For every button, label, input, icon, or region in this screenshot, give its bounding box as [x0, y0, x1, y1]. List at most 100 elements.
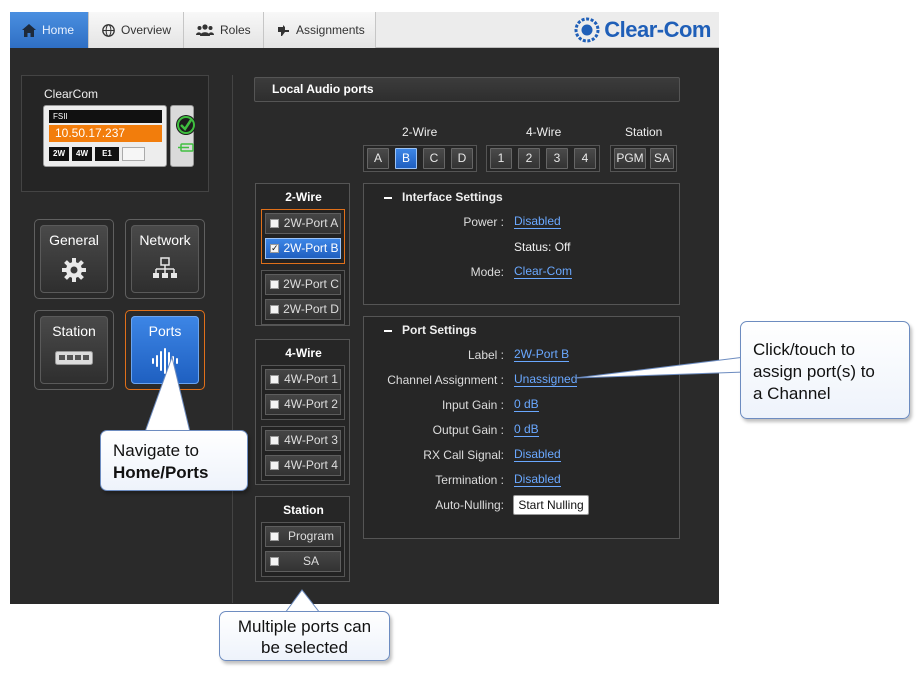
auto-nulling-label: Auto-Nulling: — [435, 498, 504, 512]
power-label: Power : — [463, 215, 504, 229]
port-item-4w-1[interactable]: 4W-Port 1 — [265, 369, 341, 390]
port-button-4[interactable]: 4 — [574, 148, 596, 169]
port-item-4w-2[interactable]: 4W-Port 2 — [265, 394, 341, 415]
device-name: ClearCom — [44, 87, 99, 101]
checkbox[interactable] — [270, 375, 279, 384]
port-button-2[interactable]: 2 — [518, 148, 540, 169]
interface-settings-title[interactable]: Interface Settings — [384, 190, 503, 204]
power-value[interactable]: Disabled — [514, 215, 561, 229]
callout-assign-channel: Click/touch to assign port(s) to a Chann… — [740, 321, 910, 419]
checkbox[interactable] — [270, 219, 279, 228]
tab-label: Roles — [220, 23, 251, 37]
selector-2wire-group: A B C D — [363, 145, 477, 172]
nav-label: Network — [139, 232, 191, 248]
checkbox[interactable] — [270, 557, 279, 566]
tab-bar: Home Overview Roles Assignments Clear-Co… — [10, 12, 719, 48]
port-subgroup-cd: 2W-Port C 2W-Port D — [261, 270, 345, 325]
nav-network[interactable]: Network — [125, 219, 205, 299]
gear-icon — [62, 258, 86, 282]
tab-home[interactable]: Home — [10, 12, 89, 48]
callout-line: Click/touch to — [753, 340, 856, 359]
tab-label: Overview — [121, 23, 172, 37]
audio-wave-icon — [152, 348, 178, 374]
callout-line: Navigate to — [113, 441, 199, 460]
nav-station[interactable]: Station — [34, 310, 114, 390]
callout-line: a Channel — [753, 384, 831, 403]
port-settings-title[interactable]: Port Settings — [384, 323, 477, 337]
label-value[interactable]: 2W-Port B — [514, 348, 570, 362]
rx-call-signal-value[interactable]: Disabled — [514, 448, 561, 462]
selector-station-group: PGM SA — [610, 145, 677, 172]
checkbox[interactable] — [270, 305, 279, 314]
port-item-2w-a[interactable]: 2W-Port A — [265, 213, 341, 234]
port-button-1[interactable]: 1 — [490, 148, 512, 169]
tab-overview[interactable]: Overview — [89, 12, 184, 48]
plug-icon — [276, 23, 290, 37]
checkbox[interactable] — [270, 532, 279, 541]
tab-assignments[interactable]: Assignments — [264, 12, 376, 48]
tab-label: Assignments — [296, 23, 365, 37]
mode-value[interactable]: Clear-Com — [514, 265, 573, 279]
collapse-icon[interactable] — [384, 196, 392, 199]
nav-label: Ports — [148, 323, 182, 339]
checkbox[interactable] — [270, 280, 279, 289]
nav-general[interactable]: General — [34, 219, 114, 299]
port-item-2w-c[interactable]: 2W-Port C — [265, 274, 341, 295]
port-item-sa[interactable]: SA — [265, 551, 341, 572]
callout-navigate: Navigate to Home/Ports — [100, 430, 248, 491]
device-card[interactable]: ClearCom FSII 10.50.17.237 2W 4W E1 — [21, 75, 209, 192]
port-button-sa[interactable]: SA — [650, 148, 674, 169]
chip-2w: 2W — [49, 147, 69, 161]
checkbox[interactable] — [270, 436, 279, 445]
callout-line: Multiple ports can — [237, 617, 372, 636]
port-list-station: Station Program SA — [255, 496, 350, 582]
port-button-3[interactable]: 3 — [546, 148, 568, 169]
nav-label: Station — [52, 323, 96, 339]
port-button-b[interactable]: B — [395, 148, 417, 169]
input-gain-label: Input Gain : — [441, 398, 504, 412]
label-label: Label : — [467, 348, 504, 362]
mode-label: Mode: — [470, 265, 504, 279]
nav-ports[interactable]: Ports — [125, 310, 205, 390]
callout-line: assign port(s) to — [753, 362, 875, 381]
termination-value[interactable]: Disabled — [514, 473, 561, 487]
port-button-d[interactable]: D — [451, 148, 473, 169]
callout-line: Home/Ports — [113, 463, 209, 482]
port-subgroup-station: Program SA — [261, 522, 345, 577]
collapse-icon[interactable] — [384, 329, 392, 332]
checkbox[interactable] — [270, 461, 279, 470]
device-side-panel — [170, 105, 196, 167]
device-model: FSII — [49, 110, 162, 123]
clearcom-logo-icon — [574, 17, 600, 43]
selector-2wire-label: 2-Wire — [402, 125, 438, 139]
check-circle-icon — [176, 115, 196, 135]
port-subgroup-ab: 2W-Port A ✓ 2W-Port B — [261, 209, 345, 264]
channel-assignment-value[interactable]: Unassigned — [514, 373, 578, 387]
output-gain-label: Output Gain : — [432, 423, 504, 437]
selector-4wire-group: 1 2 3 4 — [486, 145, 600, 172]
vertical-divider — [232, 75, 233, 603]
port-button-a[interactable]: A — [367, 148, 389, 169]
rx-call-signal-label: RX Call Signal: — [423, 448, 504, 462]
device-ip: 10.50.17.237 — [49, 125, 162, 142]
status-text: Status: Off — [514, 240, 571, 254]
port-item-2w-d[interactable]: 2W-Port D — [265, 299, 341, 320]
port-button-c[interactable]: C — [423, 148, 445, 169]
checkbox-checked[interactable]: ✓ — [270, 244, 279, 253]
port-item-4w-4[interactable]: 4W-Port 4 — [265, 455, 341, 476]
tab-roles[interactable]: Roles — [184, 12, 264, 48]
port-button-pgm[interactable]: PGM — [614, 148, 646, 169]
brand-logo: Clear-Com — [574, 16, 711, 44]
list-title: Station — [283, 503, 324, 517]
users-icon — [196, 23, 214, 37]
output-gain-value[interactable]: 0 dB — [514, 423, 539, 437]
chip-4w: 4W — [72, 147, 92, 161]
port-item-2w-b[interactable]: ✓ 2W-Port B — [265, 238, 341, 259]
input-gain-value[interactable]: 0 dB — [514, 398, 539, 412]
port-item-4w-3[interactable]: 4W-Port 3 — [265, 430, 341, 451]
checkbox[interactable] — [270, 400, 279, 409]
start-nulling-button[interactable]: Start Nulling — [513, 495, 589, 515]
globe-icon — [101, 23, 115, 37]
port-subgroup-34: 4W-Port 3 4W-Port 4 — [261, 426, 345, 481]
port-item-program[interactable]: Program — [265, 526, 341, 547]
